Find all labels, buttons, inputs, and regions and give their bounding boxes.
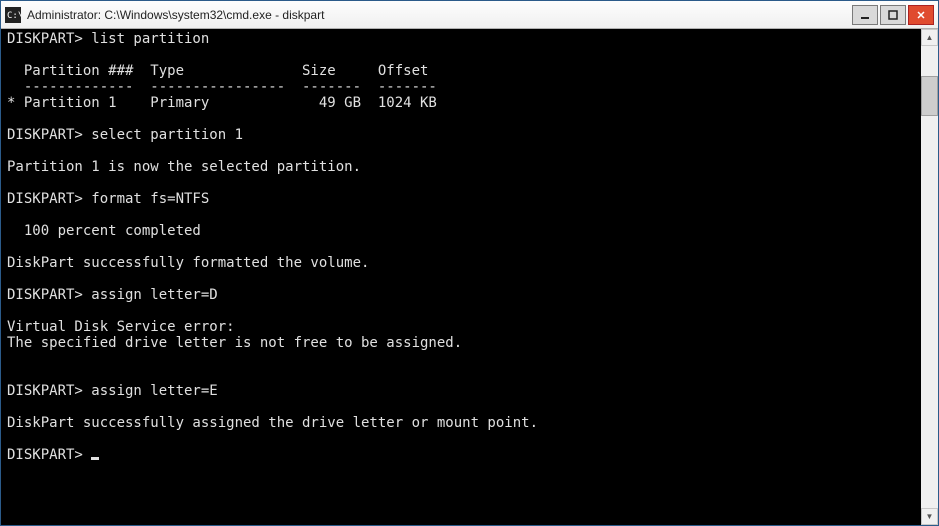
terminal-line (7, 367, 915, 383)
terminal-line: DISKPART> assign letter=E (7, 383, 915, 399)
terminal-line (7, 143, 915, 159)
close-button[interactable] (908, 5, 934, 25)
window-controls (852, 5, 934, 25)
window-title: Administrator: C:\Windows\system32\cmd.e… (27, 8, 852, 22)
scroll-thumb[interactable] (921, 76, 938, 116)
scroll-down-arrow[interactable]: ▼ (921, 508, 938, 525)
command-prompt-window: C:\ Administrator: C:\Windows\system32\c… (0, 0, 939, 526)
terminal-line: Virtual Disk Service error: (7, 319, 915, 335)
client-area: DISKPART> list partition Partition ### T… (1, 29, 938, 525)
terminal-line: DISKPART> assign letter=D (7, 287, 915, 303)
terminal-line: DiskPart successfully assigned the drive… (7, 415, 915, 431)
terminal-line (7, 239, 915, 255)
terminal-line: DISKPART> list partition (7, 31, 915, 47)
terminal-line (7, 431, 915, 447)
terminal-output[interactable]: DISKPART> list partition Partition ### T… (1, 29, 921, 525)
terminal-line: The specified drive letter is not free t… (7, 335, 915, 351)
svg-text:C:\: C:\ (7, 11, 21, 21)
minimize-button[interactable] (852, 5, 878, 25)
terminal-line: DiskPart successfully formatted the volu… (7, 255, 915, 271)
scroll-track[interactable] (921, 46, 938, 508)
terminal-prompt: DISKPART> (7, 447, 91, 463)
terminal-line: DISKPART> select partition 1 (7, 127, 915, 143)
terminal-line (7, 351, 915, 367)
terminal-line: ------------- ---------------- ------- -… (7, 79, 915, 95)
terminal-line: 100 percent completed (7, 223, 915, 239)
terminal-line (7, 207, 915, 223)
terminal-line: * Partition 1 Primary 49 GB 1024 KB (7, 95, 915, 111)
terminal-line (7, 271, 915, 287)
terminal-line (7, 303, 915, 319)
terminal-line: Partition ### Type Size Offset (7, 63, 915, 79)
terminal-prompt-line: DISKPART> (7, 447, 915, 463)
terminal-line (7, 175, 915, 191)
cursor (91, 457, 99, 460)
terminal-line: Partition 1 is now the selected partitio… (7, 159, 915, 175)
terminal-line (7, 111, 915, 127)
vertical-scrollbar[interactable]: ▲ ▼ (921, 29, 938, 525)
terminal-line (7, 47, 915, 63)
titlebar[interactable]: C:\ Administrator: C:\Windows\system32\c… (1, 1, 938, 29)
cmd-icon: C:\ (5, 7, 21, 23)
terminal-line: DISKPART> format fs=NTFS (7, 191, 915, 207)
terminal-line (7, 399, 915, 415)
maximize-button[interactable] (880, 5, 906, 25)
scroll-up-arrow[interactable]: ▲ (921, 29, 938, 46)
